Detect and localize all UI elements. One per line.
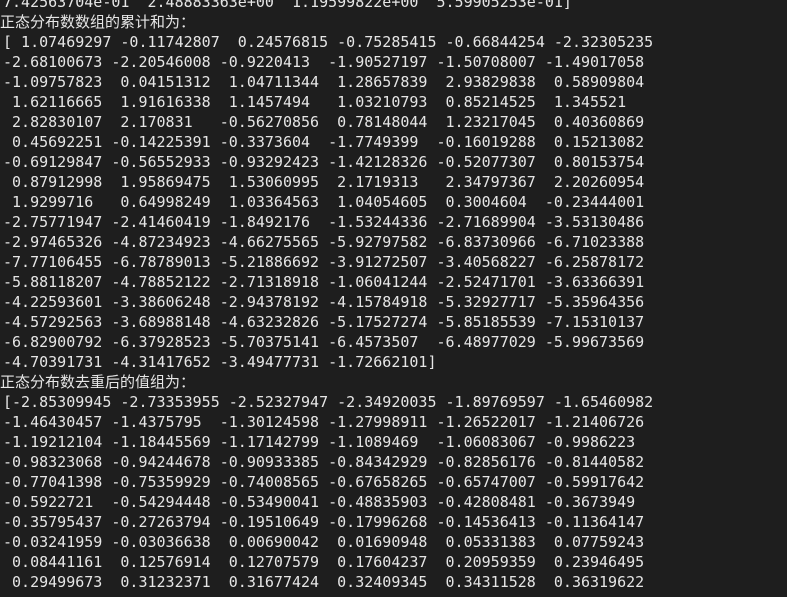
unique-heading: 正态分布数去重后的值组为： [0,373,196,391]
output-line: 2.82830107 2.170831 -0.56270856 0.781480… [3,113,645,131]
output-line: 0.45692251 -0.14225391 -0.3373604 -1.774… [3,133,645,151]
output-line: 1.9299716 0.64998249 1.03364563 1.040546… [3,193,645,211]
output-line: -0.77041398 -0.75359929 -0.74008565 -0.6… [3,473,645,491]
output-line: -1.19212104 -1.18445569 -1.17142799 -1.1… [3,433,636,451]
output-line: -0.5922721 -0.54294448 -0.53490041 -0.48… [3,493,636,511]
output-line: -7.77106455 -6.78789013 -5.21886692 -3.9… [3,253,645,271]
output-line: -0.69129847 -0.56552933 -0.93292423 -1.4… [3,153,645,171]
output-line: -2.97465326 -4.87234923 -4.66275565 -5.9… [3,233,645,251]
terminal-output: 7.42563704e-01 2.48883363e+00 1.19599822… [0,0,787,592]
output-line: -4.70391731 -4.31417652 -3.49477731 -1.7… [3,353,437,371]
output-line: -4.22593601 -3.38606248 -2.94378192 -4.1… [3,293,645,311]
output-line: [-2.85309945 -2.73353955 -2.52327947 -2.… [3,393,654,411]
output-line: -1.09757823 0.04151312 1.04711344 1.2865… [3,73,645,91]
output-line: -0.35795437 -0.27263794 -0.19510649 -0.1… [3,513,645,531]
output-line: 1.62116665 1.91616338 1.1457494 1.032107… [3,93,627,111]
output-line: -0.98323068 -0.94244678 -0.90933385 -0.8… [3,453,645,471]
output-line: -1.46430457 -1.4375795 -1.30124598 -1.27… [3,413,645,431]
output-line: 0.87912998 1.95869475 1.53060995 2.17193… [3,173,645,191]
output-line: -2.68100673 -2.20546008 -0.9220413 -1.90… [3,53,645,71]
output-line: -4.57292563 -3.68988148 -4.63232826 -5.1… [3,313,645,331]
output-line: 0.29499673 0.31232371 0.31677424 0.32409… [3,573,645,591]
output-line: [ 1.07469297 -0.11742807 0.24576815 -0.7… [3,33,654,51]
output-line: 7.42563704e-01 2.48883363e+00 1.19599822… [3,0,572,11]
output-line: -5.88118207 -4.78852122 -2.71318918 -1.0… [3,273,645,291]
cumsum-heading: 正态分布数数组的累计和为： [0,13,196,31]
terminal-window: 7.42563704e-01 2.48883363e+00 1.19599822… [0,0,787,597]
output-line: -0.03241959 -0.03036638 0.00690042 0.016… [3,533,645,551]
output-line: 0.08441161 0.12576914 0.12707579 0.17604… [3,553,645,571]
output-line: -2.75771947 -2.41460419 -1.8492176 -1.53… [3,213,645,231]
output-line: -6.82900792 -6.37928523 -5.70375141 -6.4… [3,333,645,351]
